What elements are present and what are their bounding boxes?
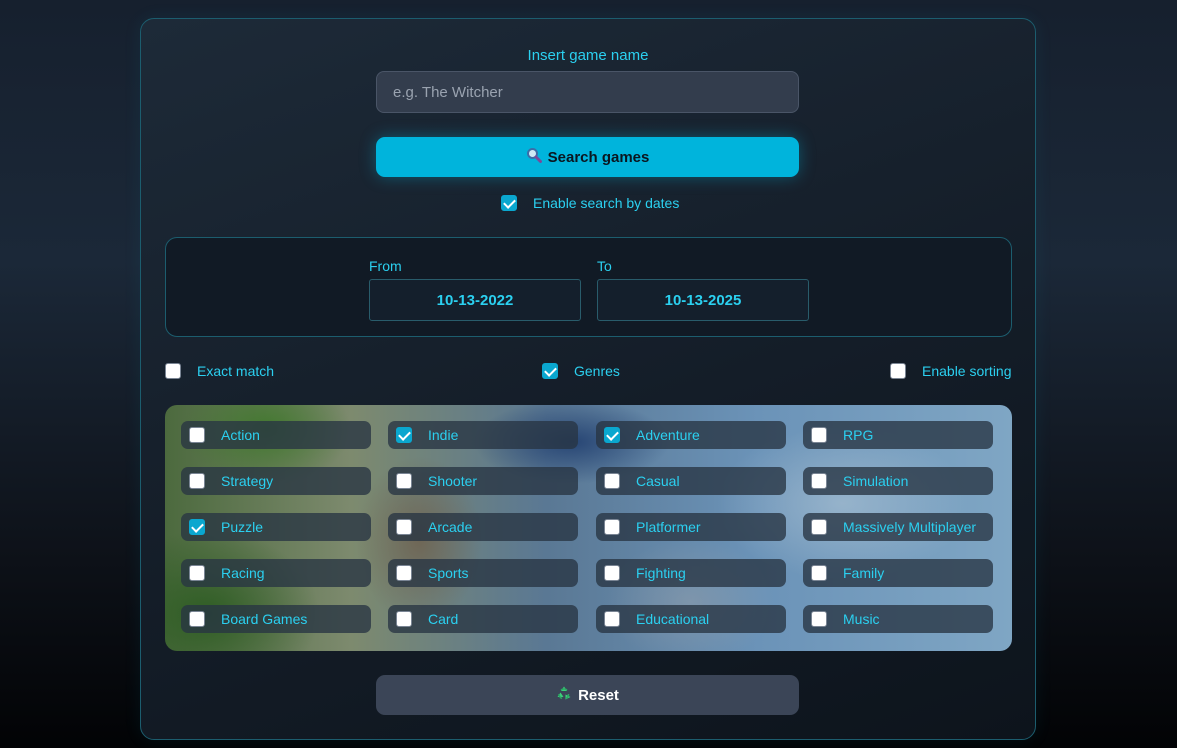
genre-option[interactable]: Shooter: [388, 467, 578, 495]
genres-toggle[interactable]: Genres: [542, 363, 620, 379]
exact-match-checkbox[interactable]: [165, 363, 181, 379]
game-name-label: Insert game name: [527, 47, 649, 64]
genres-label: Genres: [574, 363, 620, 379]
genre-checkbox[interactable]: [811, 565, 827, 581]
reset-button[interactable]: Reset: [376, 675, 799, 715]
sorting-toggle[interactable]: Enable sorting: [890, 363, 1012, 379]
genre-option[interactable]: Racing: [181, 559, 371, 587]
genre-option[interactable]: Educational: [596, 605, 786, 633]
date-search-label: Enable search by dates: [533, 195, 680, 211]
genre-label: Arcade: [428, 519, 473, 535]
game-name-input[interactable]: [376, 71, 799, 113]
genre-checkbox[interactable]: [396, 473, 412, 489]
genre-label: Fighting: [636, 565, 686, 581]
genre-option[interactable]: Adventure: [596, 421, 786, 449]
genre-checkbox[interactable]: [604, 565, 620, 581]
genre-label: Strategy: [221, 473, 274, 489]
genre-label: Shooter: [428, 473, 478, 489]
genre-checkbox[interactable]: [604, 427, 620, 443]
genre-option[interactable]: Action: [181, 421, 371, 449]
search-games-button[interactable]: Search games: [376, 137, 799, 177]
genre-checkbox[interactable]: [811, 611, 827, 627]
magnifier-icon: [526, 147, 542, 167]
genre-label: Family: [843, 565, 885, 581]
genre-option[interactable]: Fighting: [596, 559, 786, 587]
genre-label: Simulation: [843, 473, 909, 489]
exact-match-toggle[interactable]: Exact match: [165, 363, 274, 379]
genre-option[interactable]: Platformer: [596, 513, 786, 541]
genre-checkbox[interactable]: [189, 427, 205, 443]
genre-label: RPG: [843, 427, 874, 443]
genre-label: Board Games: [221, 611, 308, 627]
from-label: From: [369, 258, 402, 274]
genre-checkbox[interactable]: [189, 473, 205, 489]
from-date-input[interactable]: 10-13-2022: [369, 279, 581, 321]
genre-label: Massively Multiplayer: [843, 519, 977, 535]
genre-option[interactable]: Strategy: [181, 467, 371, 495]
genre-label: Adventure: [636, 427, 700, 443]
reset-label: Reset: [578, 686, 619, 704]
genre-option[interactable]: Board Games: [181, 605, 371, 633]
genre-label: Sports: [428, 565, 469, 581]
genre-option[interactable]: RPG: [803, 421, 993, 449]
genre-checkbox[interactable]: [396, 611, 412, 627]
genre-checkbox[interactable]: [189, 519, 205, 535]
genre-option[interactable]: Arcade: [388, 513, 578, 541]
date-range-box: From 10-13-2022 To 10-13-2025: [165, 237, 1012, 337]
genre-checkbox[interactable]: [811, 519, 827, 535]
date-search-toggle[interactable]: Enable search by dates: [501, 195, 679, 211]
genre-label: Educational: [636, 611, 710, 627]
exact-match-label: Exact match: [197, 363, 275, 379]
search-games-label: Search games: [547, 148, 650, 166]
genre-option[interactable]: Music: [803, 605, 993, 633]
genre-checkbox[interactable]: [811, 427, 827, 443]
genre-checkbox[interactable]: [604, 611, 620, 627]
date-search-checkbox[interactable]: [501, 195, 517, 211]
genre-checkbox[interactable]: [396, 427, 412, 443]
genre-option[interactable]: Family: [803, 559, 993, 587]
search-panel: Insert game name Search games Enable sea…: [140, 18, 1036, 740]
genre-label: Racing: [221, 565, 265, 581]
genre-checkbox[interactable]: [189, 565, 205, 581]
genre-label: Indie: [428, 427, 459, 443]
sorting-label: Enable sorting: [922, 363, 1012, 379]
genre-label: Platformer: [636, 519, 701, 535]
genre-option[interactable]: Indie: [388, 421, 578, 449]
genre-checkbox[interactable]: [604, 473, 620, 489]
genre-checkbox[interactable]: [396, 565, 412, 581]
genre-option[interactable]: Massively Multiplayer: [803, 513, 993, 541]
genre-option[interactable]: Casual: [596, 467, 786, 495]
genre-checkbox[interactable]: [604, 519, 620, 535]
genre-checkbox[interactable]: [189, 611, 205, 627]
genre-option[interactable]: Card: [388, 605, 578, 633]
genres-checkbox[interactable]: [542, 363, 558, 379]
genre-option[interactable]: Sports: [388, 559, 578, 587]
genre-label: Music: [843, 611, 880, 627]
genre-label: Casual: [636, 473, 680, 489]
sorting-checkbox[interactable]: [890, 363, 906, 379]
genre-label: Puzzle: [221, 519, 264, 535]
to-date-input[interactable]: 10-13-2025: [597, 279, 809, 321]
genre-checkbox[interactable]: [396, 519, 412, 535]
recycle-icon: [556, 685, 572, 705]
genre-label: Card: [428, 611, 459, 627]
genres-grid: Action Indie Adventure RPG Strategy Shoo…: [165, 405, 1012, 651]
genre-label: Action: [221, 427, 260, 443]
genre-option[interactable]: Puzzle: [181, 513, 371, 541]
genre-option[interactable]: Simulation: [803, 467, 993, 495]
to-label: To: [597, 258, 612, 274]
genre-checkbox[interactable]: [811, 473, 827, 489]
